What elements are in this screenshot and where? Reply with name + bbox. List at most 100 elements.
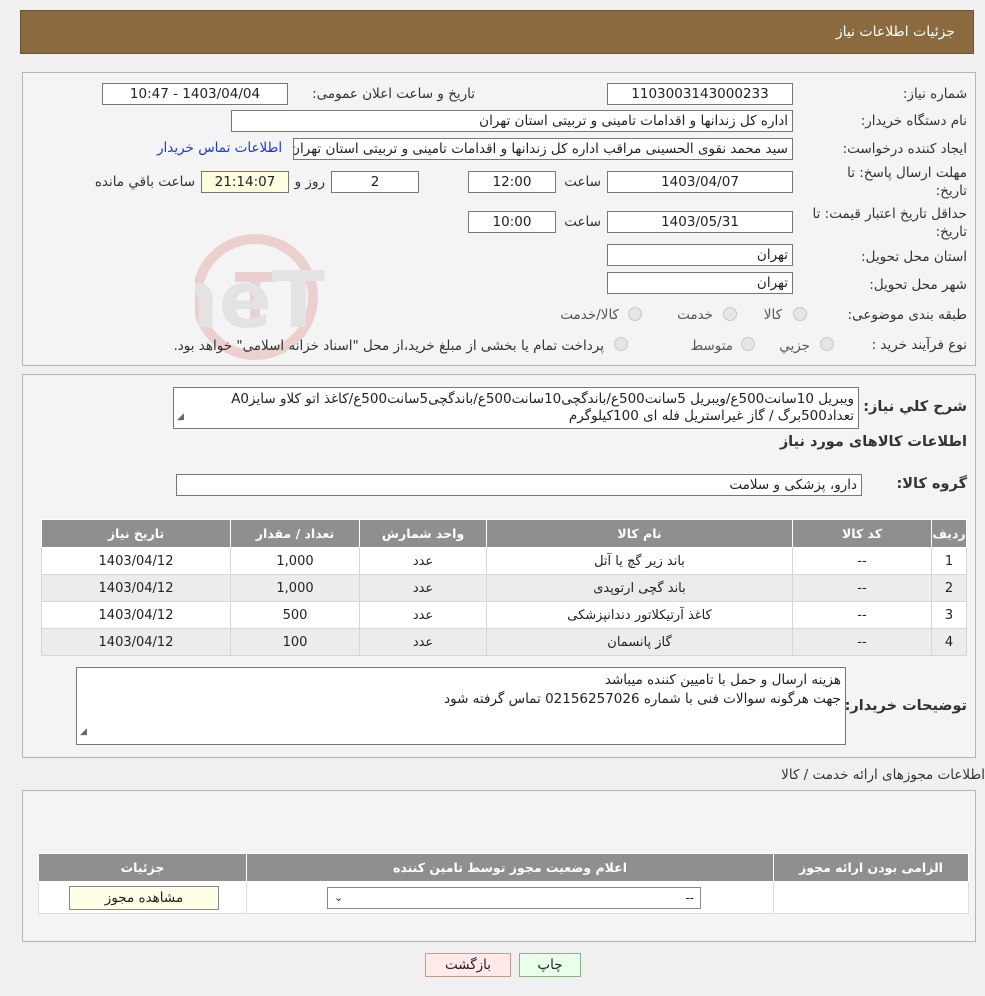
row-index: 4 xyxy=(931,628,967,656)
print-button[interactable]: چاپ xyxy=(519,953,581,977)
deadline-label: مهلت ارسال پاسخ: تا تاریخ: xyxy=(847,165,967,199)
summary-label: شرح کلي نياز: xyxy=(863,399,967,415)
table-row: 1 -- باند زیر گچ یا آتل عدد 1,000 1403/0… xyxy=(41,547,967,575)
items-table-header: ردیف کد کالا نام کالا واحد شمارش تعداد /… xyxy=(41,519,967,548)
announce-field: 1403/04/04 - 10:47 xyxy=(102,83,288,105)
row-index: 2 xyxy=(931,574,967,602)
table-row: -- ⌄ مشاهده مجوز xyxy=(38,881,969,914)
process-option-medium: متوسط xyxy=(690,338,733,354)
category-label: طبقه بندی موضوعی: xyxy=(847,307,967,323)
process-checkbox-treasury[interactable] xyxy=(614,337,628,351)
remaining-time-field: 21:14:07 xyxy=(201,171,289,193)
license-status-select[interactable]: -- ⌄ xyxy=(327,887,701,909)
validity-time-field: 10:00 xyxy=(468,211,556,233)
col-code: کد کالا xyxy=(792,519,932,548)
buyer-notes-line2: جهت هرگونه سوالات فنی با شماره 021562570… xyxy=(444,691,841,707)
item-unit: عدد xyxy=(359,547,487,575)
category-radio-goods-service[interactable] xyxy=(628,307,642,321)
item-date: 1403/04/12 xyxy=(41,547,231,575)
back-button[interactable]: بازگشت xyxy=(425,953,511,977)
resize-grip-icon[interactable]: ◢ xyxy=(80,723,87,742)
row-index: 1 xyxy=(931,547,967,575)
item-code: -- xyxy=(792,547,932,575)
item-date: 1403/04/12 xyxy=(41,628,231,656)
item-unit: عدد xyxy=(359,628,487,656)
col-qty: تعداد / مقدار xyxy=(230,519,360,548)
license-details-cell: مشاهده مجوز xyxy=(38,881,247,914)
creator-field: سید محمد نقوی الحسینی مراقب اداره کل زند… xyxy=(293,138,793,160)
process-radio-medium[interactable] xyxy=(741,337,755,351)
process-label: نوع فرآیند خرید : xyxy=(871,337,967,353)
item-date: 1403/04/12 xyxy=(41,574,231,602)
item-unit: عدد xyxy=(359,601,487,629)
item-unit: عدد xyxy=(359,574,487,602)
page-title: جزئیات اطلاعات نیاز xyxy=(835,24,955,40)
buyer-notes-line1: هزینه ارسال و حمل با تامیین کننده میباشد xyxy=(604,672,841,688)
category-radio-goods[interactable] xyxy=(793,307,807,321)
deadline-hour-label: ساعت xyxy=(564,174,601,190)
chevron-down-icon: ⌄ xyxy=(334,891,344,904)
deadline-date-field: 1403/04/07 xyxy=(607,171,793,193)
licenses-table: الزامی بودن ارائه مجوز اعلام وضعیت مجوز … xyxy=(38,853,969,914)
group-label: گروه کالا: xyxy=(896,476,967,492)
license-status-value: -- xyxy=(685,891,694,905)
col-license-status: اعلام وضعیت مجوز توسط تامین کننده xyxy=(246,853,774,882)
col-unit: واحد شمارش xyxy=(359,519,487,548)
city-field: تهران xyxy=(607,272,793,294)
license-required-cell xyxy=(773,881,969,914)
buyer-notes-textarea[interactable]: هزینه ارسال و حمل با تامیین کننده میباشد… xyxy=(76,667,846,745)
item-name: گاز پانسمان xyxy=(486,628,793,656)
creator-label: ایجاد کننده درخواست: xyxy=(842,141,967,157)
buyer-field: اداره کل زندانها و اقدامات تامینی و تربی… xyxy=(231,110,793,132)
table-row: 3 -- کاغذ آرتیکلاتور دندانپزشکی عدد 500 … xyxy=(41,601,967,629)
license-status-cell: -- ⌄ xyxy=(246,881,774,914)
item-qty: 500 xyxy=(230,601,360,629)
need-number-field: 1103003143000233 xyxy=(607,83,793,105)
col-date: تاریخ نیاز xyxy=(41,519,231,548)
contact-buyer-link[interactable]: اطلاعات تماس خریدار xyxy=(157,140,282,156)
days-field: 2 xyxy=(331,171,419,193)
row-index: 3 xyxy=(931,601,967,629)
validity-hour-label: ساعت xyxy=(564,214,601,230)
category-option-service: خدمت xyxy=(677,307,713,323)
announce-label: تاریخ و ساعت اعلان عمومی: xyxy=(312,86,475,102)
item-name: باند گچی ارتوپدی xyxy=(486,574,793,602)
validity-date-field: 1403/05/31 xyxy=(607,211,793,233)
process-radio-minor[interactable] xyxy=(820,337,834,351)
category-option-goods-service: کالا/خدمت xyxy=(560,307,619,323)
days-label: روز و xyxy=(294,174,325,190)
col-row: ردیف xyxy=(931,519,967,548)
item-code: -- xyxy=(792,628,932,656)
buyer-label: نام دستگاه خریدار: xyxy=(860,113,967,129)
item-qty: 1,000 xyxy=(230,547,360,575)
licenses-table-header: الزامی بودن ارائه مجوز اعلام وضعیت مجوز … xyxy=(38,853,969,882)
licenses-title: اطلاعات مجوزهای ارائه خدمت / کالا xyxy=(781,767,985,783)
province-field: تهران xyxy=(607,244,793,266)
goods-info-title: اطلاعات کالاهای مورد نیاز xyxy=(779,434,967,450)
remaining-label: ساعت باقي مانده xyxy=(94,174,195,190)
item-qty: 100 xyxy=(230,628,360,656)
col-name: نام کالا xyxy=(486,519,793,548)
buyer-notes-label: توضیحات خریدار: xyxy=(844,698,967,714)
col-license-required: الزامی بودن ارائه مجوز xyxy=(773,853,969,882)
item-date: 1403/04/12 xyxy=(41,601,231,629)
table-row: 2 -- باند گچی ارتوپدی عدد 1,000 1403/04/… xyxy=(41,574,967,602)
item-code: -- xyxy=(792,574,932,602)
deadline-time-field: 12:00 xyxy=(468,171,556,193)
col-license-details: جزئیات xyxy=(38,853,247,882)
summary-textarea[interactable]: ویبریل 10سانت500ع/ویبریل 5سانت500ع/باندگ… xyxy=(173,387,859,429)
resize-grip-icon[interactable]: ◢ xyxy=(177,409,184,426)
validity-label: حداقل تاریخ اعتبار قیمت: تا تاریخ: xyxy=(812,206,967,240)
item-name: باند زیر گچ یا آتل xyxy=(486,547,793,575)
category-radio-service[interactable] xyxy=(723,307,737,321)
city-label: شهر محل تحویل: xyxy=(869,277,967,293)
need-number-label: شماره نیاز: xyxy=(902,86,967,102)
item-name: کاغذ آرتیکلاتور دندانپزشکی xyxy=(486,601,793,629)
view-license-button[interactable]: مشاهده مجوز xyxy=(69,886,219,910)
province-label: استان محل تحویل: xyxy=(861,249,967,265)
process-note: پرداخت تمام یا بخشی از مبلغ خرید،از محل … xyxy=(173,338,604,354)
summary-text: ویبریل 10سانت500ع/ویبریل 5سانت500ع/باندگ… xyxy=(231,391,854,424)
category-option-goods: کالا xyxy=(763,307,782,323)
item-qty: 1,000 xyxy=(230,574,360,602)
items-table: ردیف کد کالا نام کالا واحد شمارش تعداد /… xyxy=(41,519,967,656)
